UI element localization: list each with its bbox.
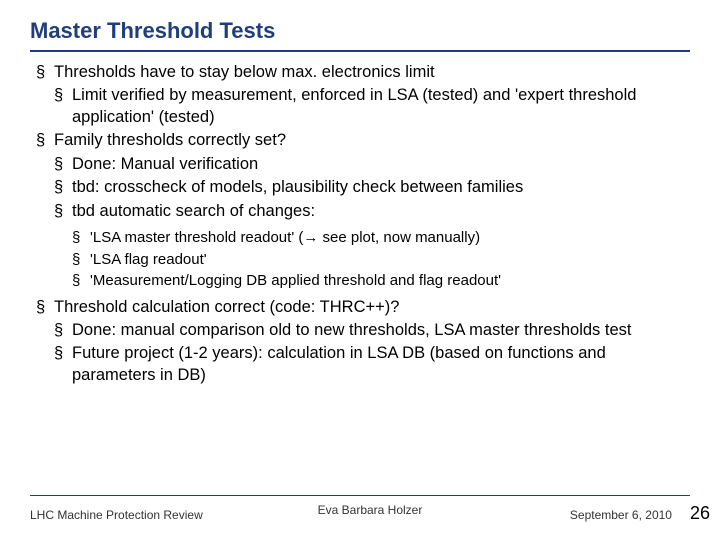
page-number: 26 — [690, 503, 710, 524]
footer-rule — [30, 495, 690, 496]
bullet-l2: Limit verified by measurement, enforced … — [54, 85, 690, 128]
bullet-l1: Family thresholds correctly set? — [36, 130, 690, 151]
bullet-l2: tbd automatic search of changes: — [54, 201, 690, 222]
title-rule — [30, 50, 690, 52]
footer-left: LHC Machine Protection Review — [30, 508, 203, 522]
footer-date: September 6, 2010 — [570, 508, 672, 522]
bullet-l3: 'LSA flag readout' — [72, 250, 690, 270]
bullet-l2: Done: Manual verification — [54, 154, 690, 175]
slide-body: Thresholds have to stay below max. elect… — [30, 62, 690, 386]
bullet-l3: 'Measurement/Logging DB applied threshol… — [72, 271, 690, 291]
bullet-l3: 'LSA master threshold readout' (→ see pl… — [72, 228, 690, 248]
footer: LHC Machine Protection Review Eva Barbar… — [30, 503, 710, 524]
bullet-l1: Thresholds have to stay below max. elect… — [36, 62, 690, 83]
bullet-l2: Future project (1-2 years): calculation … — [54, 343, 690, 386]
bullet-l2: Done: manual comparison old to new thres… — [54, 320, 690, 341]
slide-title: Master Threshold Tests — [30, 18, 690, 44]
bullet-l2: tbd: crosscheck of models, plausibility … — [54, 177, 690, 198]
bullet-l1: Threshold calculation correct (code: THR… — [36, 297, 690, 318]
